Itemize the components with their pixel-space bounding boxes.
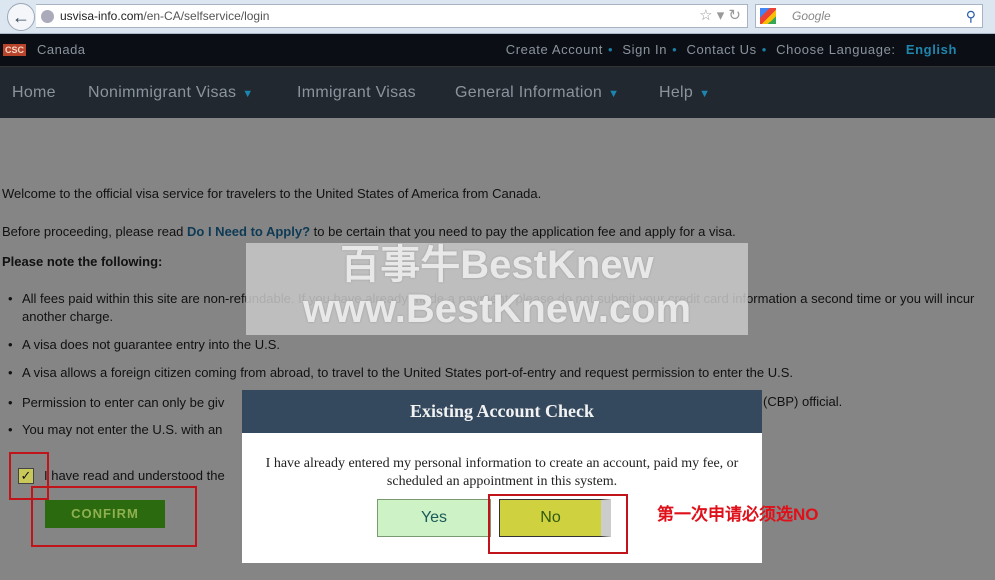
- contact-us-link[interactable]: Contact Us: [686, 42, 756, 57]
- nav-general-information[interactable]: General Information ▼: [455, 84, 619, 102]
- nav-help[interactable]: Help ▼: [659, 84, 710, 102]
- bullet-item: A visa does not guarantee entry into the…: [8, 336, 983, 354]
- dialog-title: Existing Account Check: [242, 390, 762, 433]
- checkbox-label: I have read and understood the: [44, 468, 225, 483]
- do-i-need-to-apply-link[interactable]: Do I Need to Apply?: [187, 224, 310, 239]
- address-bar[interactable]: usvisa-info.com/en-CA/selfservice/login …: [36, 4, 748, 28]
- google-icon[interactable]: [760, 8, 776, 24]
- url-host: usvisa-info.com: [60, 9, 144, 23]
- star-icon[interactable]: ☆: [699, 7, 712, 24]
- main-nav: Home Nonimmigrant Visas ▼ Immigrant Visas…: [0, 66, 995, 118]
- note-heading: Please note the following:: [2, 254, 163, 269]
- nav-immigrant-visas[interactable]: Immigrant Visas: [297, 84, 416, 102]
- reload-icon[interactable]: ↻: [728, 7, 741, 24]
- top-bar: CSC Canada Create Account • Sign In • Cont…: [0, 34, 995, 66]
- search-icon[interactable]: ⚲: [966, 5, 976, 27]
- browser-toolbar: ← usvisa-info.com/en-CA/selfservice/logi…: [0, 0, 995, 34]
- caret-down-icon: ▼: [242, 88, 254, 100]
- csc-logo: CSC: [3, 44, 27, 56]
- bullet-item: A visa allows a foreign citizen coming f…: [8, 364, 983, 382]
- country-label: Canada: [37, 42, 86, 57]
- watermark: 百事牛BestKnew www.BestKnew.com: [246, 243, 748, 335]
- globe-icon: [41, 10, 54, 23]
- search-placeholder: Google: [792, 9, 831, 23]
- highlight-box: [488, 494, 628, 554]
- dialog-text: I have already entered my personal infor…: [265, 456, 739, 489]
- caret-down-icon: ▼: [608, 88, 620, 100]
- choose-language-label: Choose Language:: [776, 42, 896, 57]
- caret-down-icon: ▼: [699, 88, 711, 100]
- annotation-text: 第一次申请必须选NO: [657, 505, 819, 524]
- nav-nonimmigrant-visas[interactable]: Nonimmigrant Visas ▼: [88, 84, 253, 102]
- highlight-box: [31, 486, 197, 547]
- language-select[interactable]: English: [906, 42, 957, 57]
- search-box[interactable]: Google ⚲: [755, 4, 983, 28]
- welcome-text: Welcome to the official visa service for…: [2, 186, 542, 201]
- url-path: /en-CA/selfservice/login: [143, 9, 270, 23]
- back-button[interactable]: ←: [7, 3, 35, 31]
- bullet-item-tail: (CBP) official.: [763, 394, 843, 409]
- yes-button[interactable]: Yes: [377, 499, 491, 537]
- nav-home[interactable]: Home: [12, 84, 56, 102]
- sign-in-link[interactable]: Sign In: [622, 42, 667, 57]
- create-account-link[interactable]: Create Account: [506, 42, 603, 57]
- dropdown-icon[interactable]: ▾: [717, 7, 725, 24]
- before-text: Before proceeding, please read Do I Need…: [2, 224, 736, 239]
